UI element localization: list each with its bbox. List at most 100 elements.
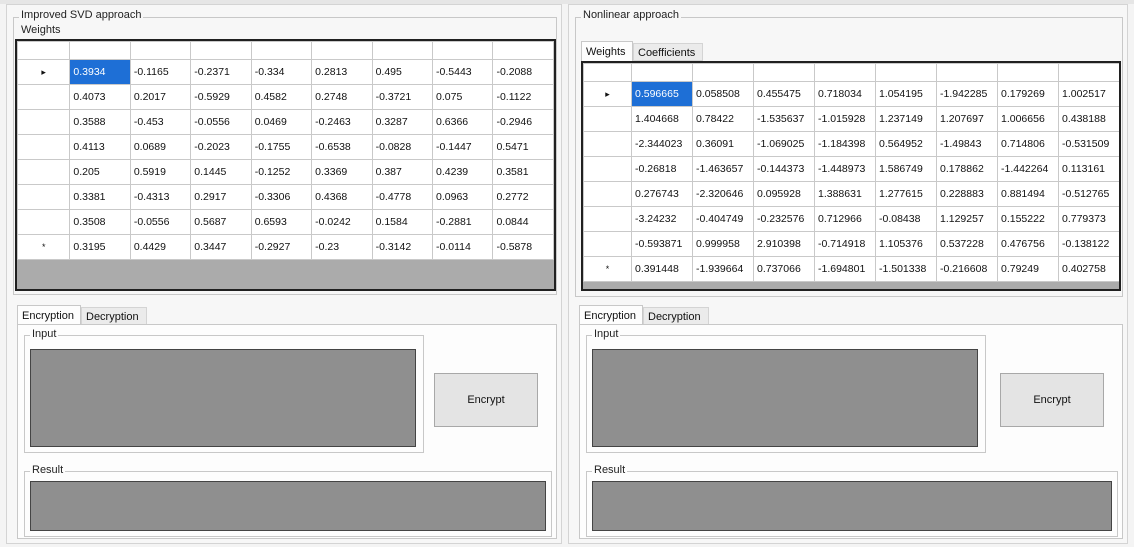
table-cell[interactable]: -0.334 bbox=[250, 59, 313, 85]
column-header-cell[interactable] bbox=[371, 41, 434, 60]
table-cell[interactable]: -0.0828 bbox=[371, 134, 434, 160]
table-row[interactable]: ▸ 0.3934 -0.1165 -0.2371 -0.334 0.2813 0.495 -0… bbox=[17, 59, 554, 85]
table-cell[interactable]: 0.058508 bbox=[692, 81, 754, 107]
table-cell[interactable]: 0.3581 bbox=[492, 159, 554, 185]
row-header-cell[interactable] bbox=[17, 109, 71, 135]
table-cell[interactable]: -0.1122 bbox=[492, 84, 554, 110]
table-row[interactable]: -3.24232 -0.404749 -0.232576 0.712966 -0.084… bbox=[583, 206, 1119, 232]
table-cell[interactable]: -0.4778 bbox=[371, 184, 434, 210]
table-cell[interactable]: -1.448973 bbox=[814, 156, 876, 182]
table-cell[interactable]: 0.205 bbox=[69, 159, 131, 185]
table-cell[interactable]: -3.24232 bbox=[631, 206, 693, 232]
table-cell[interactable]: -0.144373 bbox=[753, 156, 815, 182]
table-cell[interactable]: -0.0114 bbox=[432, 234, 494, 260]
table-cell[interactable]: 0.5471 bbox=[492, 134, 554, 160]
table-cell[interactable]: 0.714806 bbox=[997, 131, 1059, 157]
table-cell[interactable]: -1.942285 bbox=[936, 81, 998, 107]
column-header-cell[interactable] bbox=[69, 41, 131, 60]
table-cell[interactable]: 0.4239 bbox=[432, 159, 494, 185]
table-cell[interactable]: 1.054195 bbox=[875, 81, 937, 107]
table-cell[interactable]: 0.5687 bbox=[190, 209, 252, 235]
table-cell[interactable]: 0.1584 bbox=[371, 209, 434, 235]
table-cell[interactable]: 0.3195 bbox=[69, 234, 131, 260]
table-cell[interactable]: 0.5919 bbox=[129, 159, 192, 185]
column-header-cell[interactable] bbox=[250, 41, 313, 60]
row-header-cell[interactable] bbox=[17, 134, 71, 160]
column-header-cell[interactable] bbox=[875, 63, 937, 82]
table-row[interactable]: 0.276743 -2.320646 0.095928 1.388631 1.27761… bbox=[583, 181, 1119, 207]
table-cell[interactable]: 1.129257 bbox=[936, 206, 998, 232]
table-cell[interactable]: 1.006656 bbox=[997, 106, 1059, 132]
table-row[interactable]: 0.3588 -0.453 -0.0556 0.0469 -0.2463 0.3287 0.… bbox=[17, 109, 554, 135]
table-cell[interactable]: 0.0469 bbox=[250, 109, 313, 135]
table-cell[interactable]: 0.2813 bbox=[311, 59, 373, 85]
table-cell[interactable]: -0.3142 bbox=[371, 234, 434, 260]
row-header-cell[interactable] bbox=[17, 184, 71, 210]
table-cell[interactable]: -0.2946 bbox=[492, 109, 554, 135]
table-row[interactable]: 0.205 0.5919 0.1445 -0.1252 0.3369 0.387 0.423… bbox=[17, 159, 554, 185]
table-cell[interactable]: 0.4113 bbox=[69, 134, 131, 160]
table-cell[interactable]: -1.184398 bbox=[814, 131, 876, 157]
tab-decryption[interactable]: Decryption bbox=[643, 307, 709, 325]
table-cell[interactable]: -0.2927 bbox=[250, 234, 313, 260]
table-cell[interactable]: 0.113161 bbox=[1058, 156, 1119, 182]
table-cell[interactable]: -0.2371 bbox=[190, 59, 252, 85]
table-cell[interactable]: 0.179269 bbox=[997, 81, 1059, 107]
table-cell[interactable]: -0.216608 bbox=[936, 256, 998, 282]
table-cell[interactable]: -0.1755 bbox=[250, 134, 313, 160]
table-cell[interactable]: 0.387 bbox=[371, 159, 434, 185]
table-cell[interactable]: -0.5929 bbox=[190, 84, 252, 110]
table-cell[interactable]: -0.3721 bbox=[371, 84, 434, 110]
table-cell[interactable]: 0.178862 bbox=[936, 156, 998, 182]
table-cell[interactable]: -0.6538 bbox=[311, 134, 373, 160]
column-header-cell[interactable] bbox=[753, 63, 815, 82]
table-cell[interactable]: -2.320646 bbox=[692, 181, 754, 207]
table-cell[interactable]: -2.344023 bbox=[631, 131, 693, 157]
table-row[interactable]: -0.26818 -1.463657 -0.144373 -1.448973 1.586… bbox=[583, 156, 1119, 182]
table-cell[interactable]: 1.105376 bbox=[875, 231, 937, 257]
table-cell[interactable]: -0.1447 bbox=[432, 134, 494, 160]
table-cell[interactable]: 0.1445 bbox=[190, 159, 252, 185]
table-cell[interactable]: 0.737066 bbox=[753, 256, 815, 282]
table-cell[interactable]: 0.4368 bbox=[311, 184, 373, 210]
table-cell[interactable]: 0.438188 bbox=[1058, 106, 1119, 132]
table-cell[interactable]: 0.3369 bbox=[311, 159, 373, 185]
table-cell[interactable]: -0.1252 bbox=[250, 159, 313, 185]
table-cell[interactable]: 1.277615 bbox=[875, 181, 937, 207]
tab-weights[interactable]: Weights bbox=[581, 41, 633, 61]
column-header-cell[interactable] bbox=[814, 63, 876, 82]
table-cell[interactable]: -0.26818 bbox=[631, 156, 693, 182]
table-cell[interactable]: 0.881494 bbox=[997, 181, 1059, 207]
table-cell[interactable]: -0.5443 bbox=[432, 59, 494, 85]
table-cell[interactable]: -0.404749 bbox=[692, 206, 754, 232]
table-cell[interactable]: -0.08438 bbox=[875, 206, 937, 232]
tab-encryption[interactable]: Encryption bbox=[579, 305, 643, 325]
table-cell[interactable]: -0.3306 bbox=[250, 184, 313, 210]
table-cell[interactable]: 0.2917 bbox=[190, 184, 252, 210]
result-textbox[interactable] bbox=[592, 481, 1112, 531]
table-cell[interactable]: 0.2748 bbox=[311, 84, 373, 110]
table-cell[interactable]: -1.442264 bbox=[997, 156, 1059, 182]
row-header-cell[interactable] bbox=[583, 106, 632, 132]
table-cell[interactable]: -0.232576 bbox=[753, 206, 815, 232]
row-header-cell[interactable] bbox=[17, 159, 71, 185]
table-cell[interactable]: -1.463657 bbox=[692, 156, 754, 182]
input-textbox[interactable] bbox=[592, 349, 978, 447]
table-cell[interactable]: -1.069025 bbox=[753, 131, 815, 157]
table-cell[interactable]: -0.23 bbox=[311, 234, 373, 260]
column-header-cell[interactable] bbox=[190, 41, 252, 60]
table-cell[interactable]: -1.694801 bbox=[814, 256, 876, 282]
table-cell[interactable]: 0.0844 bbox=[492, 209, 554, 235]
table-cell[interactable]: -0.2023 bbox=[190, 134, 252, 160]
table-row[interactable]: ▸ 0.596665 0.058508 0.455475 0.718034 1.05419… bbox=[583, 81, 1119, 107]
table-cell[interactable]: 0.276743 bbox=[631, 181, 693, 207]
column-header-cell[interactable] bbox=[129, 41, 192, 60]
table-cell[interactable]: 0.3381 bbox=[69, 184, 131, 210]
table-cell[interactable]: 0.476756 bbox=[997, 231, 1059, 257]
table-cell[interactable]: 0.596665 bbox=[631, 81, 693, 107]
table-row[interactable]: * 0.3195 0.4429 0.3447 -0.2927 -0.23 -0.3142 -0… bbox=[17, 234, 554, 260]
table-row[interactable]: 1.404668 0.78422 -1.535637 -1.015928 1.23714… bbox=[583, 106, 1119, 132]
table-cell[interactable]: 0.6593 bbox=[250, 209, 313, 235]
table-cell[interactable]: -0.138122 bbox=[1058, 231, 1119, 257]
table-cell[interactable]: 2.910398 bbox=[753, 231, 815, 257]
